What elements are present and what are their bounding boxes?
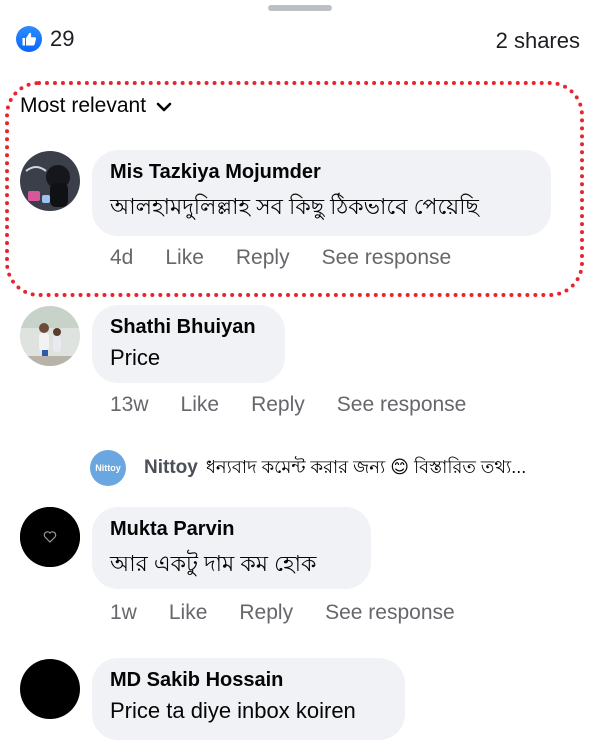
comment-bubble[interactable]: Mis Tazkiya Mojumder আলহামদুলিল্লাহ সব ক… <box>92 150 551 236</box>
comment-actions: 4d Like Reply See response <box>110 246 483 270</box>
reply-author[interactable]: Nittoy <box>144 457 198 479</box>
reply-button[interactable]: Reply <box>251 393 305 417</box>
avatar[interactable] <box>20 306 80 366</box>
page-avatar[interactable]: Nittoy <box>90 450 126 486</box>
comment-time[interactable]: 13w <box>110 393 149 417</box>
comment-author[interactable]: MD Sakib Hossain <box>110 669 387 692</box>
chevron-down-icon <box>156 102 172 112</box>
comment-author[interactable]: Mis Tazkiya Mojumder <box>110 161 533 184</box>
reply-button[interactable]: Reply <box>236 246 290 270</box>
reaction-count: 29 <box>50 26 75 51</box>
comment-text: আর একটু দাম কম হোক <box>110 551 317 576</box>
comment-actions: 13w Like Reply See response <box>110 393 498 417</box>
comment-text: Price ta diye inbox koiren <box>110 698 356 723</box>
comment-author[interactable]: Shathi Bhuiyan <box>110 316 267 339</box>
reply-preview[interactable]: Nittoy Nittoy ধন্যবাদ কমেন্ট করার জন্য 😊… <box>90 450 526 486</box>
reaction-summary[interactable]: 29 <box>16 26 74 52</box>
sort-dropdown[interactable]: Most relevant <box>20 94 172 118</box>
comment-time[interactable]: 4d <box>110 246 133 270</box>
like-button[interactable]: Like <box>169 601 208 625</box>
comment-author[interactable]: Mukta Parvin <box>110 518 353 541</box>
comment-actions: 1w Like Reply See response <box>110 601 487 625</box>
sort-label: Most relevant <box>20 94 147 117</box>
see-response-button[interactable]: See response <box>322 246 452 270</box>
like-reaction-icon <box>16 26 42 52</box>
avatar[interactable] <box>20 151 80 211</box>
comment-bubble[interactable]: Shathi Bhuiyan Price <box>92 305 285 383</box>
comment-bubble[interactable]: Mukta Parvin আর একটু দাম কম হোক <box>92 507 371 589</box>
avatar[interactable] <box>20 507 80 567</box>
comment-bubble[interactable]: MD Sakib Hossain Price ta diye inbox koi… <box>92 658 405 740</box>
reply-text: ধন্যবাদ কমেন্ট করার জন্য 😊 বিস্তারিত তথ্… <box>205 456 527 477</box>
see-response-button[interactable]: See response <box>325 601 455 625</box>
shares-count[interactable]: 2 shares <box>496 28 580 54</box>
comment-text: Price <box>110 345 161 370</box>
reply-button[interactable]: Reply <box>239 601 293 625</box>
page-avatar-label: Nittoy <box>95 463 121 473</box>
like-button[interactable]: Like <box>181 393 220 417</box>
avatar[interactable] <box>20 659 80 719</box>
see-response-button[interactable]: See response <box>337 393 467 417</box>
like-button[interactable]: Like <box>165 246 204 270</box>
comment-text: আলহামদুলিল্লাহ সব কিছু ঠিকভাবে পেয়েছি <box>110 194 479 219</box>
sheet-drag-handle[interactable] <box>268 5 332 11</box>
comment-time[interactable]: 1w <box>110 601 137 625</box>
